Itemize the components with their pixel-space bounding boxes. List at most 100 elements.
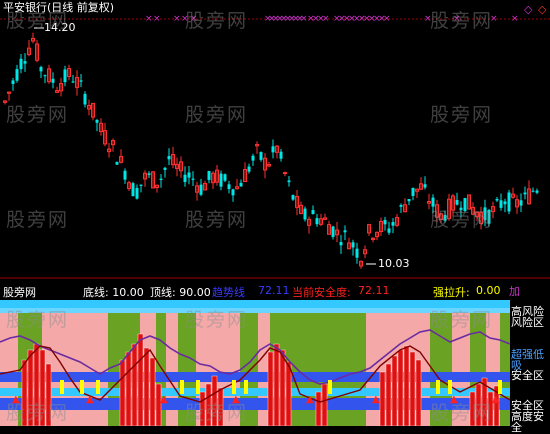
candle-body: [507, 192, 511, 212]
candle-body: [63, 69, 67, 83]
strong-pull-marker: [196, 380, 200, 394]
candle-body: [303, 208, 307, 220]
candle-body: [487, 209, 491, 224]
candle-body: [259, 152, 263, 160]
candle-body: [271, 146, 275, 153]
momentum-bar: [119, 359, 126, 426]
candle-body: [23, 61, 27, 64]
candle-body: [483, 207, 487, 221]
candle-body: [387, 228, 391, 233]
strong-pull-marker: [498, 380, 502, 394]
safe-band: [0, 372, 510, 382]
momentum-bar: [403, 345, 410, 426]
buy-arrow-icon: ▲: [12, 394, 20, 405]
candle-body: [443, 214, 447, 221]
candle-body: [431, 197, 435, 207]
indicator-name: 股旁网: [3, 286, 36, 299]
candle-body: [383, 219, 387, 225]
strong-pull-marker: [232, 380, 236, 394]
high-safety-label: 高度安全: [511, 410, 544, 434]
candle-body: [247, 166, 251, 172]
momentum-bar: [149, 357, 156, 426]
momentum-bar: [27, 349, 34, 426]
chart-title: 平安银行(日线 前复权): [3, 1, 115, 14]
candle-body: [399, 205, 403, 207]
momentum-bar: [379, 371, 386, 426]
momentum-bar: [205, 383, 212, 426]
candle-body: [131, 183, 135, 197]
candle-body: [239, 182, 243, 187]
strong-pull-marker: [60, 380, 64, 394]
candle-body: [83, 93, 87, 105]
candle-body: [167, 156, 171, 160]
candle-body: [187, 172, 191, 178]
candle-body: [311, 210, 315, 215]
safe-band-2: [0, 388, 510, 396]
buy-arrow-icon: ▲: [86, 394, 94, 405]
candle-body: [183, 174, 187, 183]
candle-body: [355, 248, 359, 258]
buy-arrow-icon: ▲: [232, 394, 240, 405]
buy-arrow-icon: ▲: [492, 394, 500, 405]
candle-body: [423, 184, 427, 188]
trend-line-label: 趋势线: [212, 286, 245, 299]
signal-marker: ×: [490, 14, 498, 24]
candle-body: [339, 242, 343, 246]
candle-body: [531, 190, 535, 192]
stock-chart: × × × × × ×××××××××× ×××× ××××××××××× × × × ×◇ ◇▲ ▲ ▲ ▲…: [0, 3, 550, 426]
candle-body: [123, 170, 127, 180]
trend-line-value: 72.11: [258, 284, 290, 297]
momentum-bar: [131, 343, 138, 426]
add-indicator-button[interactable]: 加: [509, 283, 520, 299]
candle-body: [71, 81, 75, 83]
momentum-bar: [267, 351, 274, 426]
high-price-label: 14.20: [44, 21, 76, 34]
candle-body: [147, 173, 151, 175]
momentum-bar: [415, 359, 422, 426]
safe-zone-label: 安全区: [511, 369, 544, 382]
candle-body: [287, 180, 291, 183]
candle-body: [227, 184, 231, 189]
candle-body: [315, 218, 319, 225]
high-risk-band: [0, 300, 510, 308]
diamond-marker: ◇: [524, 3, 533, 16]
signal-marker: ×: [173, 14, 181, 24]
strong-pull-marker: [244, 380, 248, 394]
candle-body: [343, 230, 347, 233]
candle-body: [523, 192, 527, 195]
momentum-bar: [315, 391, 322, 426]
momentum-bar: [321, 383, 328, 426]
candle-body: [207, 171, 211, 180]
momentum-bar: [33, 343, 40, 426]
momentum-bar: [137, 333, 144, 426]
momentum-bar: [385, 363, 392, 426]
momentum-bar: [155, 383, 162, 426]
candle-body: [351, 242, 355, 248]
candle-body: [283, 172, 287, 175]
strong-pull-marker: [328, 380, 332, 394]
candle-body: [223, 174, 227, 181]
candle-body: [495, 199, 499, 201]
candle-body: [19, 58, 23, 70]
momentum-bar: [273, 343, 280, 426]
candle-body: [191, 178, 195, 180]
candle-body: [535, 190, 539, 193]
candle-body: [159, 178, 163, 180]
candle-body: [291, 195, 295, 200]
strong-pull-marker: [96, 380, 100, 394]
candle-body: [139, 184, 143, 186]
strong-pull-marker: [448, 380, 452, 394]
strong-pull-marker: [80, 380, 84, 394]
risk-band: [0, 308, 510, 313]
candle-body: [39, 67, 43, 72]
signal-marker: ×: [383, 14, 391, 24]
momentum-bar: [285, 361, 292, 426]
momentum-bar: [397, 349, 404, 426]
signal-marker: ×: [190, 14, 198, 24]
candle-body: [163, 167, 167, 170]
top-line-value: 顶线: 90.00: [150, 286, 211, 299]
candle-body: [519, 200, 523, 206]
signal-marker: ×: [511, 14, 519, 24]
momentum-bar: [469, 391, 476, 426]
candle-body: [331, 226, 335, 237]
